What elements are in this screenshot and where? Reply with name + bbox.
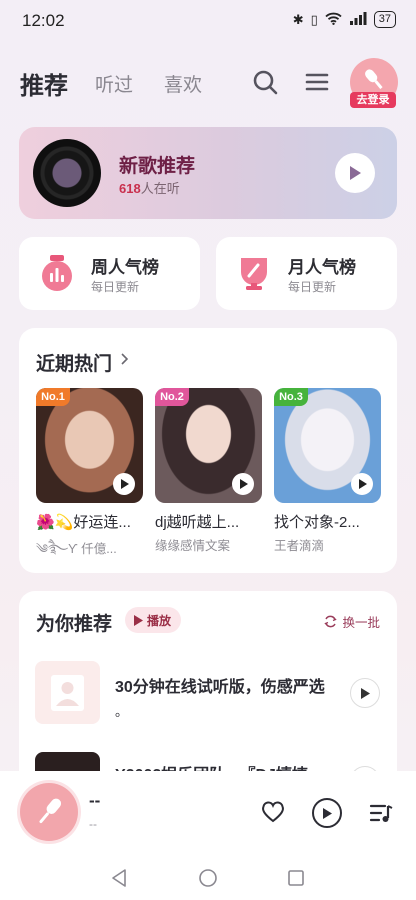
bluetooth-icon: ✱ [292,11,304,27]
status-icons: ✱ ▯ 37 [293,11,396,28]
listeners-count: 618 [119,181,141,196]
recents-icon[interactable] [287,868,305,893]
refresh-icon [324,615,338,628]
listeners-suffix: 人在听 [140,181,180,196]
song-title: 找个对象-2... [274,514,360,531]
play-all-label: 播放 [147,613,172,628]
hot-item[interactable]: No.1 🌺💫好运连... ༄ཻ࿐Ƴ 仟億... [36,388,143,570]
vibrate-icon: ▯ [310,11,318,27]
banner-listeners: 618人在听 [119,178,180,197]
menu-icon[interactable] [303,68,331,96]
mini-player[interactable]: -- -- [0,771,416,855]
weekly-chart-card[interactable]: 周人气榜 每日更新 [19,237,200,310]
play-button[interactable] [232,473,254,495]
tab-listened[interactable]: 听过 [95,70,133,97]
cover-image: No.1 [36,388,143,503]
song-play-button[interactable] [350,678,380,708]
rank-subtitle: 每日更新 [91,280,140,294]
artist-name: 缘缘感情文案 [155,539,231,553]
playlist-icon[interactable] [369,802,393,829]
play-button[interactable] [113,473,135,495]
player-play-button[interactable] [312,798,342,828]
monthly-chart-card[interactable]: 月人气榜 每日更新 [216,237,397,310]
battery-icon: 37 [373,11,396,28]
status-bar: 12:02 ✱ ▯ 37 [0,0,416,40]
tab-recommend[interactable]: 推荐 [20,66,68,101]
refresh-button[interactable]: 换一批 [324,612,380,631]
section-title: 近期热门 [36,354,113,375]
play-icon [134,614,143,626]
trophy-cup-icon [236,255,272,291]
play-icon [239,479,248,489]
song-title-continued: 。 [115,704,129,719]
hot-item[interactable]: No.3 找个对象-2... 王者滴滴 [274,388,381,554]
recommend-section: 为你推荐 播放 换一批 30分钟在线试听版，伤感严选 。 Y2002娱乐团队 -… [19,591,397,791]
section-title: 为你推荐 [36,614,113,635]
user-placeholder-icon [51,675,84,711]
player-cover[interactable] [20,783,78,841]
vinyl-record-icon [33,139,101,207]
rank-title: 周人气榜 [91,258,159,277]
tab-favorites[interactable]: 喜欢 [164,70,202,97]
status-time: 12:02 [22,11,65,30]
hot-item[interactable]: No.2 dj越听越上... 缘缘感情文案 [155,388,262,554]
rank-tag: No.1 [36,388,70,406]
play-all-button[interactable]: 播放 [125,607,182,633]
artist-name: ༄ཻ࿐Ƴ 仟億... [36,542,117,556]
microphone-icon [39,798,62,824]
cellular-signal-icon [349,11,367,28]
wifi-icon [325,12,342,28]
login-badge[interactable]: 去登录 [350,92,396,108]
rank-tag: No.2 [155,388,189,406]
cover-image: No.3 [274,388,381,503]
song-thumbnail [35,661,100,724]
player-subtitle: -- [89,817,97,831]
play-icon [120,479,129,489]
new-songs-banner[interactable]: 新歌推荐 618人在听 [19,127,397,219]
banner-play-button[interactable] [335,153,375,193]
play-icon [323,807,332,819]
rank-tag: No.3 [274,388,308,406]
play-icon [361,687,370,699]
top-navigation: 推荐 听过 喜欢 去登录 [0,58,416,108]
song-title: 🌺💫好运连... [36,514,131,531]
player-title: -- [89,791,101,810]
chevron-right-icon[interactable] [120,352,129,371]
system-navigation-bar [0,855,416,900]
song-title[interactable]: 30分钟在线试听版，伤感严选 [115,673,351,697]
rank-title: 月人气榜 [288,258,356,277]
artist-name: 王者滴滴 [274,539,325,553]
song-title: dj越听越上... [155,514,240,531]
search-icon[interactable] [251,68,279,96]
heart-icon[interactable] [261,801,285,828]
rank-subtitle: 每日更新 [288,280,337,294]
bar-chart-bag-icon [39,255,75,291]
play-icon [350,166,361,180]
back-icon[interactable] [110,868,128,893]
home-icon[interactable] [198,868,218,893]
play-icon [358,479,367,489]
banner-title: 新歌推荐 [119,156,196,177]
recent-hot-section: 近期热门 No.1 🌺💫好运连... ༄ཻ࿐Ƴ 仟億... No.2 dj越听越… [19,328,397,573]
play-button[interactable] [351,473,373,495]
refresh-label: 换一批 [342,616,380,630]
cover-image: No.2 [155,388,262,503]
